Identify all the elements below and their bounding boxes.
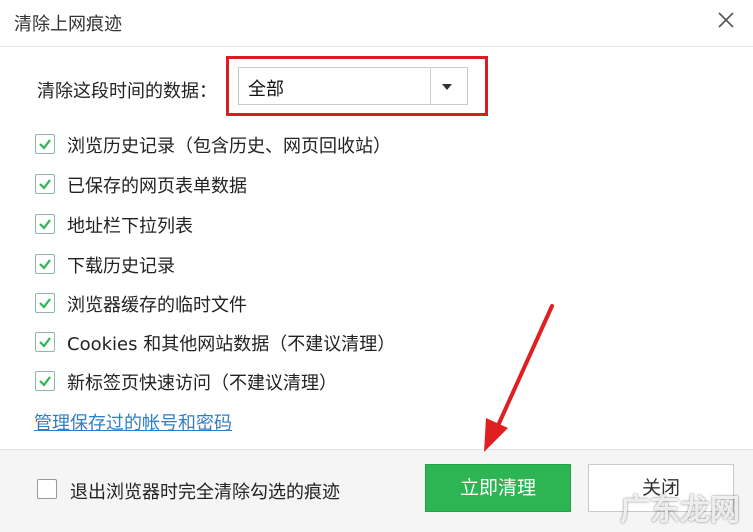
watermark: 广东龙网	[620, 493, 740, 528]
option-label: 浏览历史记录（包含历史、网页回收站）	[67, 136, 391, 157]
option-form-data[interactable]: 已保存的网页表单数据	[35, 171, 455, 199]
option-cookies[interactable]: Cookies 和其他网站数据（不建议清理）	[35, 329, 455, 357]
option-label: 地址栏下拉列表	[67, 216, 193, 237]
period-label: 清除这段时间的数据：	[37, 81, 217, 102]
period-select-value: 全部	[248, 79, 284, 100]
option-clear-on-exit[interactable]: 退出浏览器时完全清除勾选的痕迹	[37, 477, 377, 505]
title-divider	[0, 46, 753, 47]
option-label: 下载历史记录	[67, 256, 175, 277]
period-select[interactable]: 全部	[238, 67, 468, 105]
clear-now-button[interactable]: 立即清理	[425, 464, 571, 512]
select-separator	[430, 68, 431, 104]
clear-browsing-data-dialog: 清除上网痕迹 清除这段时间的数据： 全部 浏览历史记录（包含历史、网页回收站） …	[0, 0, 753, 532]
checkbox[interactable]	[35, 293, 55, 313]
dialog-title: 清除上网痕迹	[14, 14, 122, 35]
title-bar: 清除上网痕迹	[0, 0, 753, 44]
option-download-history[interactable]: 下载历史记录	[35, 251, 455, 279]
option-address-bar-list[interactable]: 地址栏下拉列表	[35, 211, 455, 239]
option-label: 浏览器缓存的临时文件	[67, 295, 247, 316]
option-new-tab-quick-access[interactable]: 新标签页快速访问（不建议清理）	[35, 368, 455, 396]
red-arrow-annotation	[470, 300, 560, 460]
checkbox[interactable]	[35, 174, 55, 194]
option-browsing-history[interactable]: 浏览历史记录（包含历史、网页回收站）	[35, 131, 455, 159]
checkbox[interactable]	[35, 371, 55, 391]
checkbox[interactable]	[35, 254, 55, 274]
option-label: 已保存的网页表单数据	[67, 176, 247, 197]
checkbox[interactable]	[35, 134, 55, 154]
option-label: 新标签页快速访问（不建议清理）	[67, 373, 337, 394]
manage-passwords-link[interactable]: 管理保存过的帐号和密码	[34, 409, 232, 435]
checkbox[interactable]	[35, 332, 55, 352]
option-cache-files[interactable]: 浏览器缓存的临时文件	[35, 290, 455, 318]
close-icon[interactable]	[714, 8, 738, 32]
option-label: 退出浏览器时完全清除勾选的痕迹	[70, 482, 340, 503]
chevron-down-icon[interactable]	[439, 79, 455, 93]
option-label: Cookies 和其他网站数据（不建议清理）	[67, 334, 396, 355]
checkbox[interactable]	[35, 214, 55, 234]
checkbox[interactable]	[37, 479, 57, 499]
